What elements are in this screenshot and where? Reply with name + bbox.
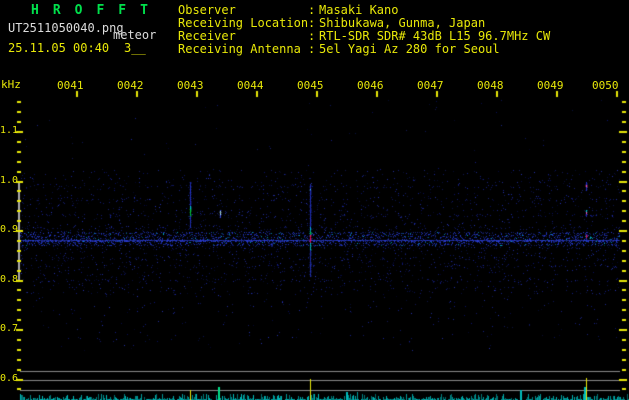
y-tick-label: 1.1 <box>0 125 19 136</box>
app-title: HROFFT <box>31 3 162 18</box>
info-separator: : <box>308 42 316 56</box>
station-info-row: Receiving Antenna:5el Yagi Az 280 for Se… <box>178 43 550 56</box>
y-tick-label: 0.6 <box>0 373 19 384</box>
x-tick-label: 0046 <box>357 79 384 92</box>
filename-label: UT2511050040.png <box>8 21 124 35</box>
x-tick-label: 0045 <box>297 79 324 92</box>
x-tick-label: 0048 <box>477 79 504 92</box>
counter-label: 3__ <box>124 41 146 55</box>
x-tick-label: 0044 <box>237 79 264 92</box>
x-tick-label: 0049 <box>537 79 564 92</box>
mode-label: meteor <box>113 28 157 42</box>
y-tick-label: 0.8 <box>0 274 19 285</box>
spectrogram-canvas <box>0 0 629 400</box>
y-tick-label: 0.9 <box>0 224 19 235</box>
x-tick-label: 0047 <box>417 79 444 92</box>
info-label: Receiving Antenna <box>178 42 301 56</box>
x-tick-label: 0050 <box>592 79 619 92</box>
y-tick-label: 1.0 <box>0 175 19 186</box>
datetime-label: 25.11.05 00:40 <box>8 41 110 55</box>
x-tick-label: 0042 <box>117 79 144 92</box>
x-tick-label: 0043 <box>177 79 204 92</box>
y-axis-unit-label: kHz <box>1 78 21 91</box>
info-value: 5el Yagi Az 280 for Seoul <box>319 42 500 56</box>
hrofft-window: HROFFT UT2511050040.png meteor 25.11.05 … <box>0 0 629 400</box>
x-tick-label: 0041 <box>57 79 84 92</box>
y-tick-label: 0.7 <box>0 323 19 334</box>
station-info-table: Observer: Masaki Kano Receiving Location: S… <box>178 4 550 56</box>
